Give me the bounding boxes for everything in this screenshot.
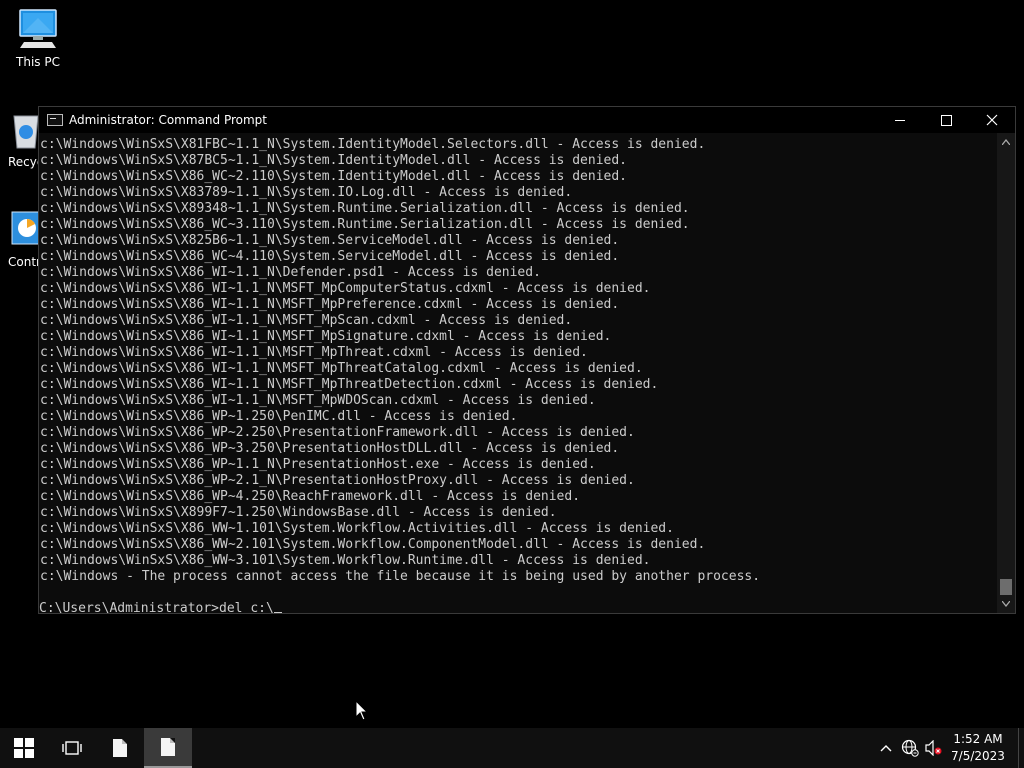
prompt-text: C:\Users\Administrator> — [39, 601, 220, 613]
command-input[interactable]: del c:\ — [219, 601, 274, 613]
desktop-icon-control-panel[interactable]: Control Panel — [0, 208, 38, 269]
console-line: c:\Windows\WinSxS\X86_WI~1.1_N\MSFT_MpTh… — [40, 361, 643, 376]
maximize-icon — [940, 114, 952, 126]
maximize-button[interactable] — [923, 107, 969, 133]
minimize-button[interactable] — [877, 107, 923, 133]
minimize-icon — [895, 119, 905, 121]
vertical-scrollbar[interactable] — [997, 133, 1015, 613]
console-line: c:\Windows\WinSxS\X86_WW~3.101\System.Wo… — [40, 553, 651, 568]
desktop-icon-label: This PC — [16, 55, 60, 69]
speaker-muted-icon — [925, 740, 942, 756]
scroll-thumb[interactable] — [1000, 579, 1012, 595]
window-title: Administrator: Command Prompt — [69, 113, 267, 127]
chevron-up-icon — [880, 745, 892, 752]
desktop-icon-label: Recycle Bin — [8, 155, 38, 169]
clock-time: 1:52 AM — [953, 732, 1003, 746]
console-line: c:\Windows\WinSxS\X825B6~1.1_N\System.Se… — [40, 233, 620, 248]
control-panel-icon — [11, 211, 38, 245]
console-line: c:\Windows\WinSxS\X86_WI~1.1_N\MSFT_MpSc… — [40, 313, 573, 328]
console-line: c:\Windows - The process cannot access t… — [40, 569, 761, 584]
recycle-bin-icon — [13, 115, 38, 149]
desktop-icon-label: Control Panel — [8, 255, 38, 269]
scroll-up-button[interactable] — [997, 133, 1015, 151]
file-icon — [161, 738, 175, 756]
console-line: c:\Windows\WinSxS\X87BC5~1.1_N\System.Id… — [40, 153, 627, 168]
show-desktop-button[interactable] — [1018, 728, 1024, 768]
console-line: c:\Windows\WinSxS\X86_WP~4.250\ReachFram… — [40, 489, 581, 504]
volume-button[interactable] — [922, 728, 946, 768]
console-line: c:\Windows\WinSxS\X899F7~1.250\WindowsBa… — [40, 505, 557, 520]
clock-date: 7/5/2023 — [951, 749, 1005, 763]
show-hidden-icons-button[interactable] — [874, 728, 898, 768]
windows-logo-icon — [14, 738, 34, 758]
console-line: c:\Windows\WinSxS\X86_WI~1.1_N\MSFT_MpTh… — [40, 377, 659, 392]
console-output[interactable]: c:\Windows\WinSxS\X81FBC~1.1_N\System.Id… — [39, 133, 997, 613]
taskbar: 1:52 AM 7/5/2023 — [0, 728, 1024, 768]
console-line: c:\Windows\WinSxS\X86_WC~4.110\System.Se… — [40, 249, 620, 264]
file-icon — [113, 739, 127, 757]
command-prompt-window: Administrator: Command Prompt c:\Windows… — [38, 106, 1016, 614]
task-view-icon — [62, 741, 82, 755]
task-view-button[interactable] — [48, 728, 96, 768]
close-icon — [986, 114, 998, 126]
computer-icon — [19, 9, 57, 48]
console-line: c:\Windows\WinSxS\X86_WP~2.250\Presentat… — [40, 425, 635, 440]
console-line: c:\Windows\WinSxS\X86_WP~1.1_N\Presentat… — [40, 457, 596, 472]
taskbar-file-explorer[interactable] — [96, 728, 144, 768]
close-button[interactable] — [969, 107, 1015, 133]
taskbar-command-prompt[interactable] — [144, 728, 192, 768]
clock[interactable]: 1:52 AM 7/5/2023 — [946, 731, 1010, 765]
mouse-pointer-icon — [355, 700, 369, 721]
scroll-down-arrow-icon — [1002, 601, 1010, 607]
console-line: c:\Windows\WinSxS\X86_WW~2.101\System.Wo… — [40, 537, 706, 552]
console-line: c:\Windows\WinSxS\X86_WI~1.1_N\MSFT_MpTh… — [40, 345, 588, 360]
console-line: c:\Windows\WinSxS\X86_WI~1.1_N\MSFT_MpSi… — [40, 329, 612, 344]
console-line: c:\Windows\WinSxS\X86_WP~3.250\Presentat… — [40, 441, 620, 456]
console-line: c:\Windows\WinSxS\X86_WI~1.1_N\MSFT_MpWD… — [40, 393, 596, 408]
console-line: c:\Windows\WinSxS\X86_WC~2.110\System.Id… — [40, 169, 627, 184]
command-prompt-icon — [47, 114, 63, 126]
console-line: c:\Windows\WinSxS\X86_WW~1.101\System.Wo… — [40, 521, 674, 536]
network-button[interactable] — [898, 728, 922, 768]
console-line: c:\Windows\WinSxS\X86_WC~3.110\System.Ru… — [40, 217, 690, 232]
text-cursor — [273, 612, 282, 613]
console-line: c:\Windows\WinSxS\X86_WI~1.1_N\Defender.… — [40, 265, 541, 280]
scroll-up-arrow-icon — [1002, 139, 1010, 145]
globe-icon — [901, 739, 919, 757]
console-line: c:\Windows\WinSxS\X86_WI~1.1_N\MSFT_MpPr… — [40, 297, 620, 312]
desktop-icon-this-pc[interactable]: This PC — [2, 8, 74, 69]
system-tray: 1:52 AM 7/5/2023 — [874, 728, 1024, 768]
console-line: c:\Windows\WinSxS\X86_WP~1.250\PenIMC.dl… — [40, 409, 518, 424]
start-button[interactable] — [0, 728, 48, 768]
console-line: c:\Windows\WinSxS\X81FBC~1.1_N\System.Id… — [40, 137, 706, 152]
console-line: c:\Windows\WinSxS\X83789~1.1_N\System.IO… — [40, 185, 573, 200]
console-line: c:\Windows\WinSxS\X86_WP~2.1_N\Presentat… — [40, 473, 635, 488]
title-bar[interactable]: Administrator: Command Prompt — [39, 107, 1015, 133]
desktop-icon-recycle-bin[interactable]: Recycle Bin — [0, 108, 38, 169]
scroll-down-button[interactable] — [997, 595, 1015, 613]
console-lines: c:\Windows\WinSxS\X81FBC~1.1_N\System.Id… — [40, 137, 997, 601]
console-line: c:\Windows\WinSxS\X86_WI~1.1_N\MSFT_MpCo… — [40, 281, 651, 296]
console-line: c:\Windows\WinSxS\X89348~1.1_N\System.Ru… — [40, 201, 690, 216]
command-line[interactable]: C:\Users\Administrator>del c:\ — [39, 601, 997, 613]
